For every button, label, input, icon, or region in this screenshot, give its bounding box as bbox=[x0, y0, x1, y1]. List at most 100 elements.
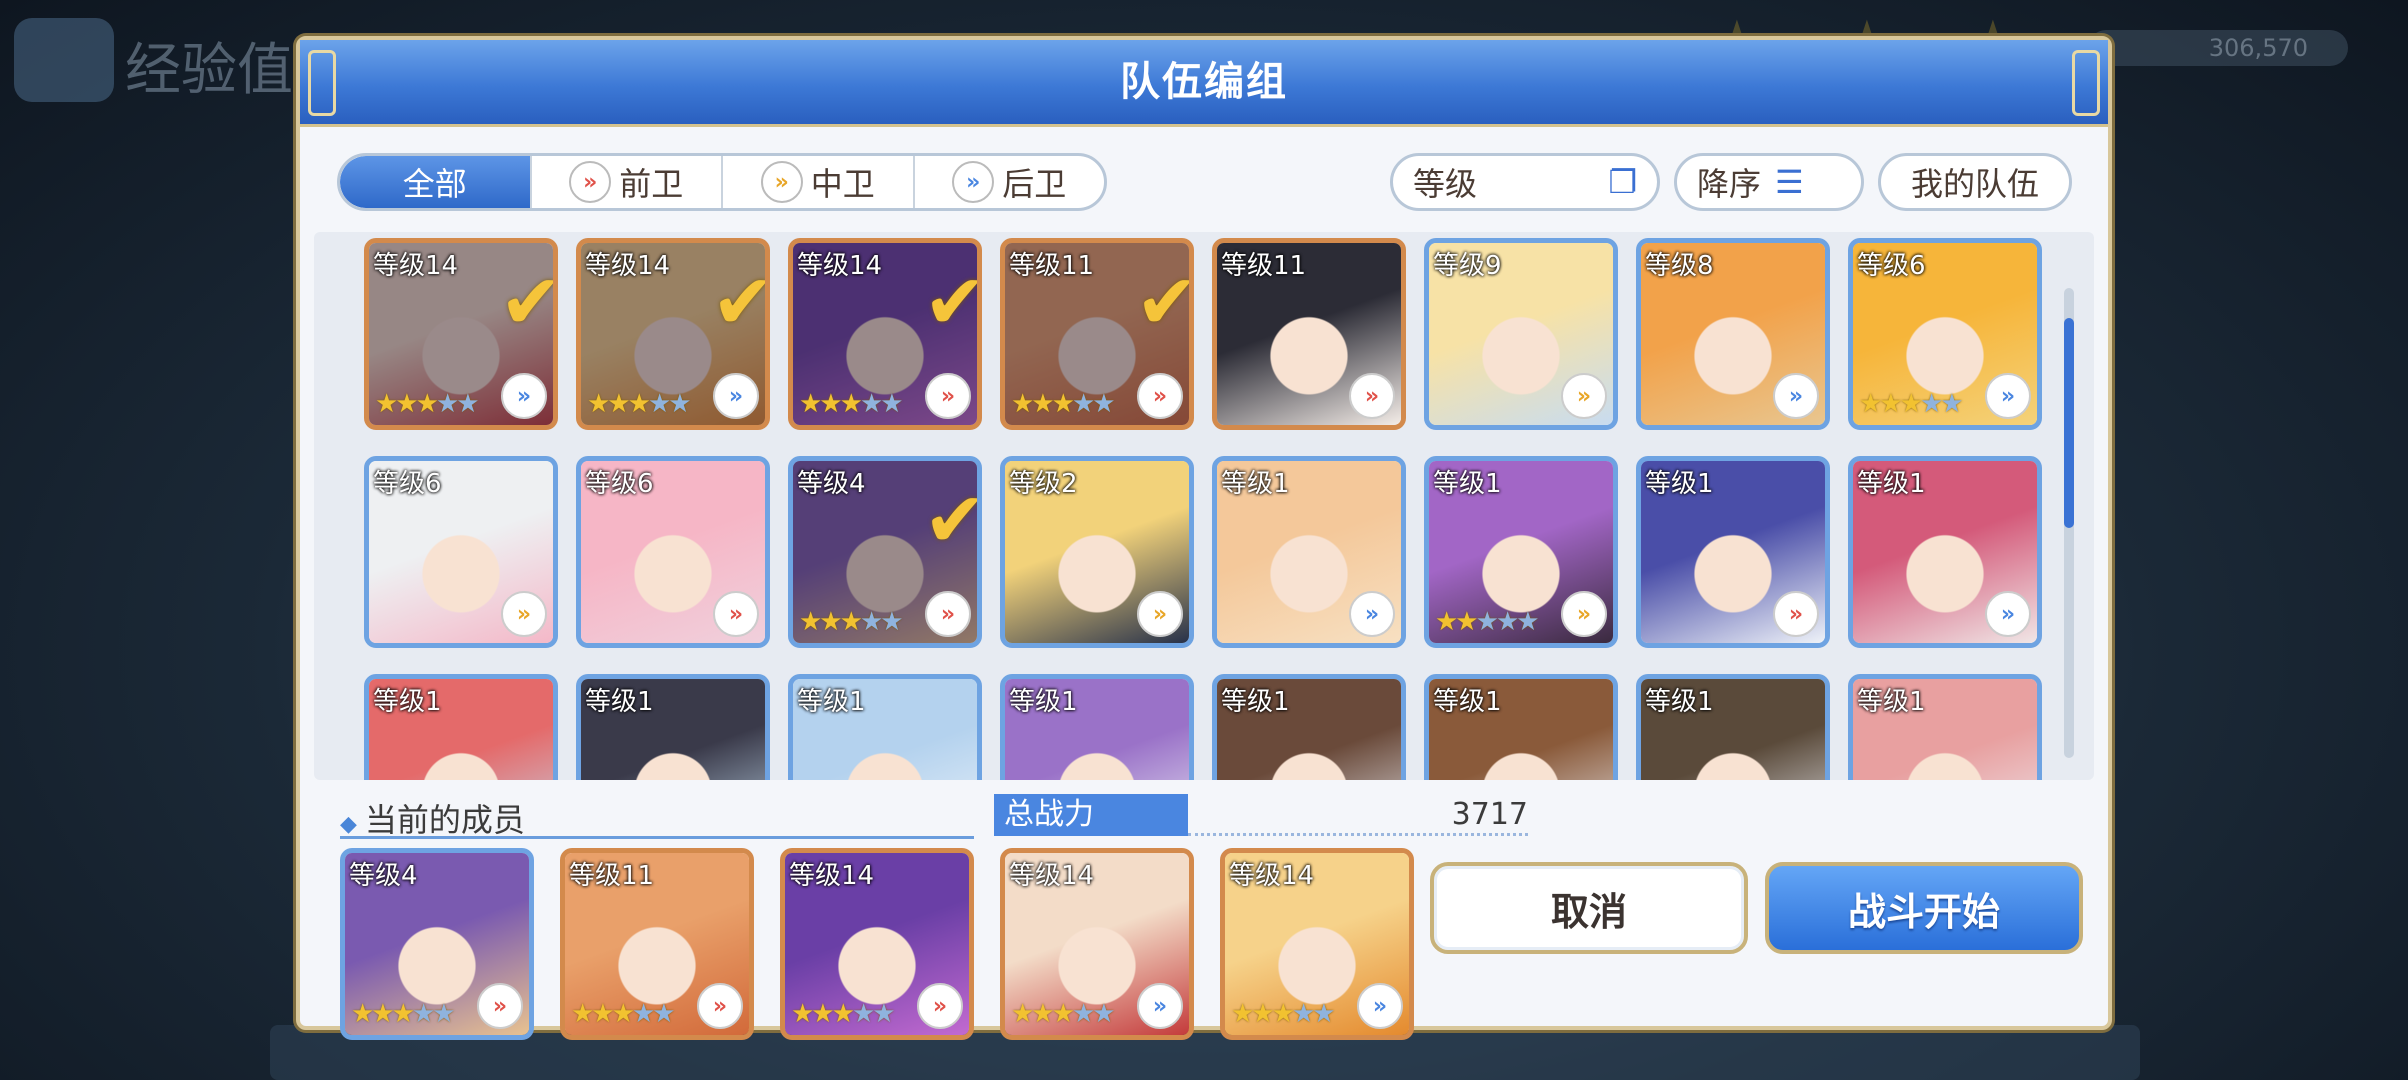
character-card[interactable]: 等级14 ★★★★★ » ✔ bbox=[576, 238, 770, 430]
rarity-stars: ★★★★★ bbox=[351, 999, 456, 1029]
header-ornament bbox=[2072, 50, 2100, 116]
middle-role-icon: » bbox=[760, 161, 803, 203]
tab-rear[interactable]: » 后卫 bbox=[915, 156, 1105, 208]
front-role-icon: » bbox=[713, 591, 759, 637]
team-slot-card[interactable]: 等级11 ★★★★★ » bbox=[560, 848, 754, 1040]
front-role-icon: » bbox=[1349, 373, 1395, 419]
mid-role-icon: » bbox=[1561, 591, 1607, 637]
sort-order-button[interactable]: 降序 ☰ bbox=[1674, 153, 1864, 211]
current-members-label: 当前的成员 bbox=[364, 801, 525, 839]
character-card[interactable]: 等级6 ★★★★★ » bbox=[1848, 238, 2042, 430]
character-card[interactable]: 等级14 ★★★★★ » ✔ bbox=[364, 238, 558, 430]
character-card[interactable]: 等级1 ★★★★★ » bbox=[1424, 456, 1618, 648]
mid-role-icon: » bbox=[1137, 591, 1183, 637]
rear-role-icon: » bbox=[501, 373, 547, 419]
level-label: 等级14 bbox=[1229, 861, 1315, 891]
divider bbox=[340, 836, 974, 839]
rear-role-icon: » bbox=[1349, 591, 1395, 637]
battle-start-button[interactable]: 战斗开始 bbox=[1765, 862, 2083, 954]
total-power: 总战力 3717 bbox=[994, 794, 1528, 836]
rear-role-icon: » bbox=[1357, 983, 1403, 1029]
tab-middle[interactable]: » 中卫 bbox=[723, 156, 915, 208]
level-label: 等级1 bbox=[585, 687, 654, 717]
front-role-icon: » bbox=[917, 983, 963, 1029]
sort-field-label: 等级 bbox=[1413, 165, 1478, 203]
level-label: 等级11 bbox=[569, 861, 655, 891]
sort-lines-icon: ☰ bbox=[1775, 163, 1804, 201]
level-label: 等级4 bbox=[797, 469, 866, 499]
level-label: 等级1 bbox=[1221, 469, 1290, 499]
level-label: 等级8 bbox=[1645, 251, 1714, 281]
character-roster[interactable]: 等级14 ★★★★★ » ✔ 等级14 ★★★★★ » ✔ 等级14 ★★★★★ » ✔ 等级11 ★★★… bbox=[314, 232, 2094, 780]
level-label: 等级1 bbox=[373, 687, 442, 717]
character-card[interactable]: 等级6 » bbox=[364, 456, 558, 648]
rarity-stars: ★★★★★ bbox=[799, 607, 904, 637]
character-card[interactable]: 等级2 » bbox=[1000, 456, 1194, 648]
character-card[interactable]: 等级4 ★★★★★ » ✔ bbox=[788, 456, 982, 648]
dialog-header: 队伍编组 bbox=[300, 40, 2108, 127]
rear-role-icon: » bbox=[713, 373, 759, 419]
team-slot-card[interactable]: 等级14 ★★★★★ » bbox=[1000, 848, 1194, 1040]
roster-scrollbar[interactable] bbox=[2064, 288, 2074, 758]
rarity-stars: ★★★★★ bbox=[1231, 999, 1336, 1029]
front-role-icon: » bbox=[1137, 373, 1183, 419]
rarity-stars: ★★★★★ bbox=[1435, 607, 1540, 637]
front-role-icon: » bbox=[697, 983, 743, 1029]
selected-check-icon: ✔ bbox=[499, 257, 558, 346]
rear-role-icon: » bbox=[1137, 983, 1183, 1029]
tab-front[interactable]: » 前卫 bbox=[532, 156, 723, 208]
rarity-stars: ★★★★★ bbox=[375, 389, 480, 419]
level-label: 等级1 bbox=[1857, 469, 1926, 499]
team-slot-card[interactable]: 等级14 ★★★★★ » bbox=[780, 848, 974, 1040]
rear-role-icon: » bbox=[1985, 373, 2031, 419]
front-role-icon: » bbox=[477, 983, 523, 1029]
team-slot-card[interactable]: 等级4 ★★★★★ » bbox=[340, 848, 534, 1040]
dialog-title: 队伍编组 bbox=[1120, 59, 1288, 105]
tab-all[interactable]: 全部 bbox=[340, 156, 532, 208]
team-slot-card[interactable]: 等级14 ★★★★★ » bbox=[1220, 848, 1414, 1040]
my-team-button[interactable]: 我的队伍 bbox=[1878, 153, 2072, 211]
character-card[interactable]: 等级1» bbox=[1212, 674, 1406, 780]
character-card[interactable]: 等级6 » bbox=[576, 456, 770, 648]
sort-field-button[interactable]: 等级 ❐ bbox=[1390, 153, 1660, 211]
level-label: 等级14 bbox=[789, 861, 875, 891]
character-card[interactable]: 等级11 ★★★★★ » ✔ bbox=[1000, 238, 1194, 430]
level-label: 等级14 bbox=[373, 251, 459, 281]
character-card[interactable]: 等级1» bbox=[788, 674, 982, 780]
my-team-label: 我的队伍 bbox=[1910, 165, 2039, 203]
role-filter-tabs: 全部 » 前卫 » 中卫 » 后卫 bbox=[337, 153, 1107, 211]
rear-role-icon: » bbox=[1773, 373, 1819, 419]
character-card[interactable]: 等级11 » bbox=[1212, 238, 1406, 430]
front-role-icon: » bbox=[1773, 591, 1819, 637]
level-label: 等级1 bbox=[797, 687, 866, 717]
character-card[interactable]: 等级1 » bbox=[1212, 456, 1406, 648]
cancel-button[interactable]: 取消 bbox=[1430, 862, 1748, 954]
character-card[interactable]: 等级1» bbox=[576, 674, 770, 780]
scrollbar-thumb[interactable] bbox=[2064, 318, 2074, 528]
rarity-stars: ★★★★★ bbox=[571, 999, 676, 1029]
character-card[interactable]: 等级1 » bbox=[1848, 456, 2042, 648]
character-card[interactable]: 等级1» bbox=[1636, 674, 1830, 780]
back-button[interactable] bbox=[14, 18, 114, 102]
bottom-nav bbox=[270, 1025, 2140, 1080]
character-card[interactable]: 等级14 ★★★★★ » ✔ bbox=[788, 238, 982, 430]
sort-order-label: 降序 bbox=[1697, 165, 1762, 203]
tab-label: 前卫 bbox=[619, 165, 684, 203]
tab-label: 全部 bbox=[402, 165, 467, 203]
character-card[interactable]: 等级1» bbox=[1424, 674, 1618, 780]
tab-label: 后卫 bbox=[1002, 165, 1067, 203]
character-card[interactable]: 等级1» bbox=[364, 674, 558, 780]
character-card[interactable]: 等级8 » bbox=[1636, 238, 1830, 430]
tab-label: 中卫 bbox=[810, 165, 875, 203]
character-card[interactable]: 等级1» bbox=[1000, 674, 1194, 780]
rear-role-icon: » bbox=[952, 161, 995, 203]
background-title: 经验值 bbox=[125, 38, 293, 103]
rear-role-icon: » bbox=[1985, 591, 2031, 637]
character-card[interactable]: 等级9 » bbox=[1424, 238, 1618, 430]
mid-role-icon: » bbox=[1561, 373, 1607, 419]
character-card[interactable]: 等级1» bbox=[1848, 674, 2042, 780]
character-card[interactable]: 等级1» bbox=[1636, 456, 1830, 648]
level-label: 等级1 bbox=[1009, 687, 1078, 717]
level-label: 等级6 bbox=[585, 469, 654, 499]
rarity-stars: ★★★★★ bbox=[1011, 389, 1116, 419]
